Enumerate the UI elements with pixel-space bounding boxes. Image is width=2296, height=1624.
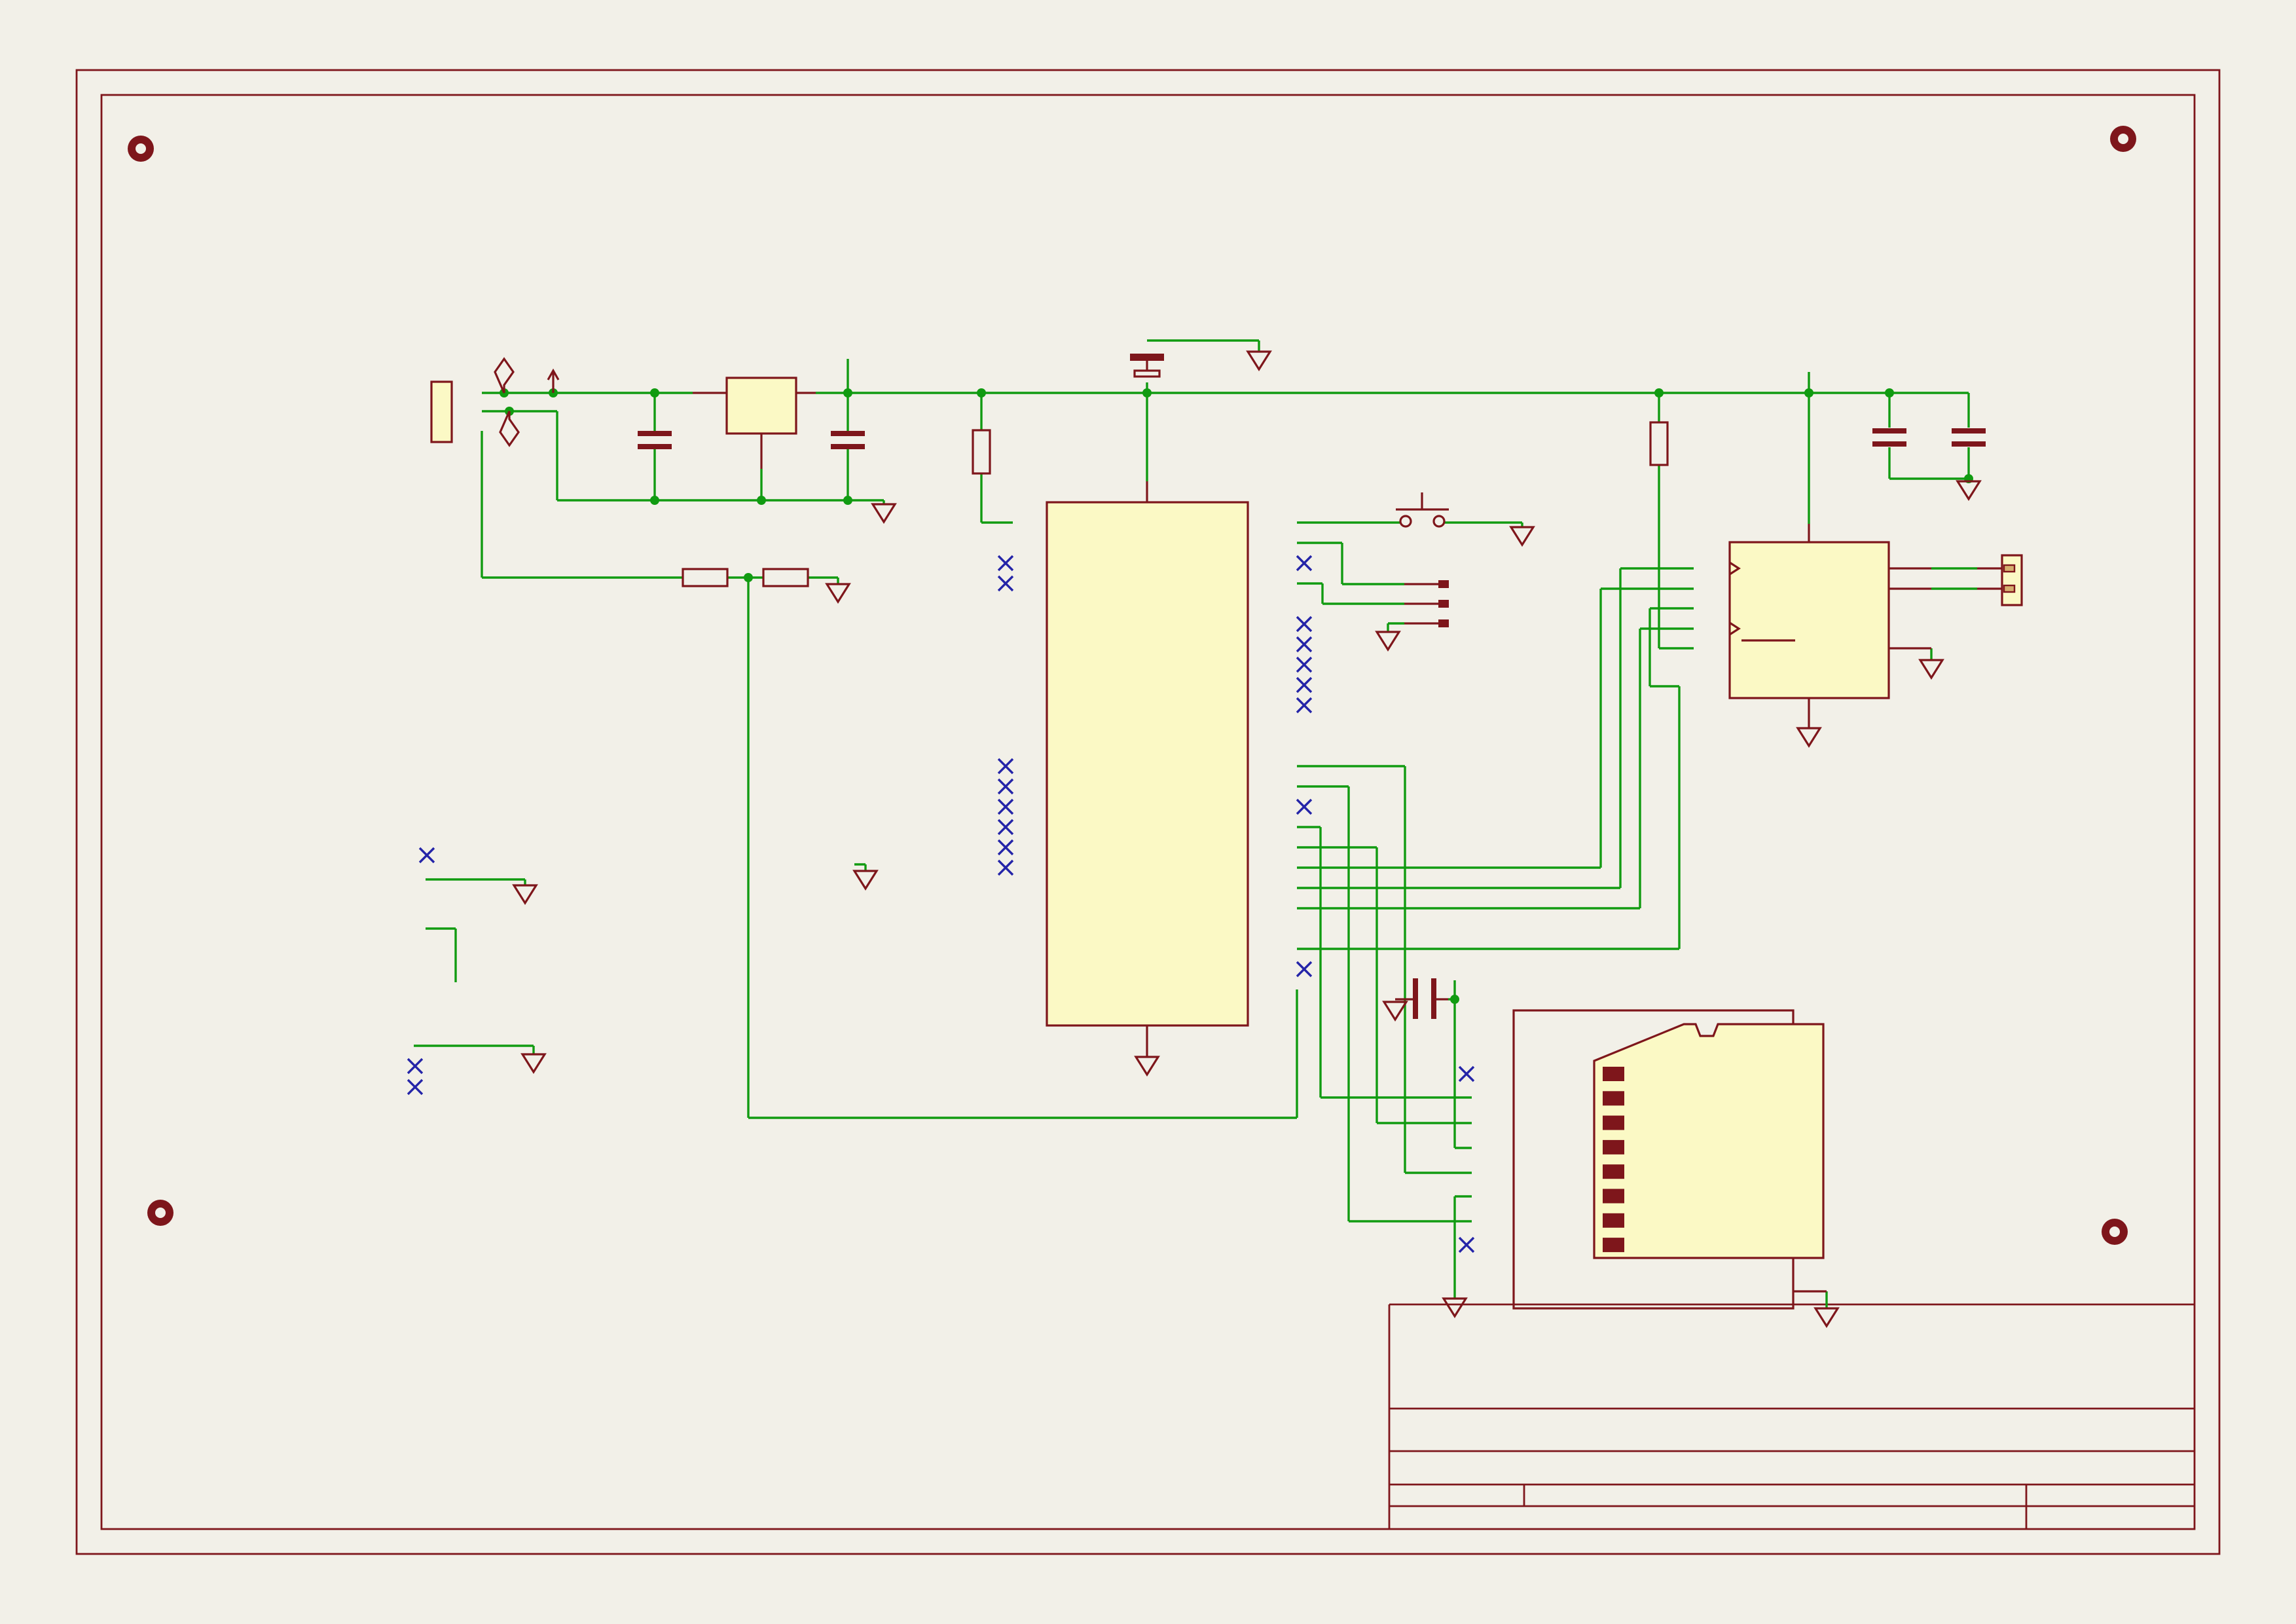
no-connect-icon — [998, 860, 1013, 875]
resistor-body — [683, 569, 727, 586]
no-connect-icon — [1297, 698, 1311, 712]
switch-contact — [1400, 516, 1411, 526]
junction-dot — [757, 496, 766, 505]
cap-plate — [1952, 428, 1986, 434]
gnd-arrow-icon — [1958, 481, 1980, 499]
no-connect-icon — [998, 759, 1013, 773]
no-connect-icon — [998, 576, 1013, 591]
junction-dot — [650, 496, 659, 505]
no-connect-icon — [1459, 1238, 1474, 1252]
resistor-body — [763, 569, 808, 586]
switch-actuator — [1396, 492, 1449, 509]
junction-dot — [843, 388, 852, 397]
pwr-flag-icon — [495, 359, 513, 393]
cap-plate — [638, 431, 672, 436]
u2-body — [1047, 502, 1248, 1025]
cap-plate — [1135, 371, 1159, 377]
connector-pad — [2004, 585, 2014, 592]
no-connect-icon — [1297, 617, 1311, 631]
gnd-arrow-icon — [873, 504, 895, 522]
resistor-body — [973, 430, 990, 473]
sd-card-pad — [1603, 1067, 1624, 1081]
u1-body — [727, 378, 796, 434]
junction-dot — [1654, 388, 1664, 397]
no-connect-icon — [420, 848, 434, 862]
sd-card-shape — [1594, 1024, 1823, 1258]
junction-dot — [650, 388, 659, 397]
mounting-hole-icon — [2109, 1227, 2120, 1237]
gnd-arrow-icon — [827, 584, 849, 602]
connector-pad — [1438, 619, 1449, 627]
schematic-canvas — [0, 0, 2296, 1624]
gnd-arrow-icon — [1384, 1002, 1406, 1020]
gnd-arrow-icon — [854, 871, 877, 889]
gnd-arrow-icon — [522, 1054, 545, 1072]
junction-dot — [744, 573, 753, 582]
no-connect-icon — [998, 556, 1013, 570]
resistor-body — [1650, 422, 1667, 465]
gnd-arrow-icon — [1136, 1057, 1158, 1075]
cap-plate — [831, 431, 865, 436]
gnd-arrow-icon — [1798, 728, 1820, 746]
gnd-arrow-icon — [1815, 1308, 1838, 1326]
gnd-arrow-icon — [1248, 352, 1270, 369]
gnd-arrow-icon — [1511, 527, 1533, 545]
junction-dot — [977, 388, 986, 397]
no-connect-icon — [1459, 1067, 1474, 1081]
cap-plate — [1431, 978, 1436, 1019]
junction-dot — [843, 496, 852, 505]
sd-card-pad — [1603, 1164, 1624, 1179]
j5-body — [2002, 555, 2022, 605]
sd-card-pad — [1603, 1238, 1624, 1252]
no-connect-icon — [998, 779, 1013, 794]
junction-dot — [1885, 388, 1894, 397]
connector-pad — [1438, 600, 1449, 608]
schematic-sheet — [0, 0, 2296, 1624]
no-connect-icon — [1297, 657, 1311, 672]
cap-plate — [1130, 354, 1164, 361]
switch-contact — [1434, 516, 1444, 526]
u3-body — [1730, 542, 1889, 698]
batt-arrow-icon — [548, 371, 558, 393]
cap-plate — [1413, 978, 1418, 1019]
no-connect-icon — [1297, 800, 1311, 814]
no-connect-icon — [998, 840, 1013, 855]
connector-pad — [2004, 565, 2014, 572]
no-connect-icon — [998, 820, 1013, 834]
gnd-arrow-icon — [1444, 1299, 1466, 1316]
mounting-hole-icon — [2118, 134, 2128, 144]
cap-plate — [1872, 441, 1906, 447]
cap-plate — [1952, 441, 1986, 447]
sd-card-pad — [1603, 1091, 1624, 1105]
j2-body — [431, 382, 452, 442]
sd-card-pad — [1603, 1189, 1624, 1204]
no-connect-icon — [998, 800, 1013, 814]
cap-plate — [831, 444, 865, 449]
no-connect-icon — [408, 1059, 422, 1073]
title-block — [1389, 1304, 2195, 1529]
junction-dot — [1450, 995, 1459, 1004]
symbols-layer — [128, 126, 2136, 1326]
no-connect-icon — [1297, 678, 1311, 692]
cap-plate — [638, 444, 672, 449]
mounting-hole-icon — [155, 1208, 166, 1218]
cap-plate — [1872, 428, 1906, 434]
no-connect-icon — [1297, 637, 1311, 652]
junction-dot — [1804, 388, 1813, 397]
no-connect-icon — [1297, 556, 1311, 570]
no-connect-icon — [1297, 962, 1311, 976]
pwr-flag-icon — [500, 411, 519, 445]
junction-dot — [1142, 388, 1152, 397]
mounting-hole-icon — [136, 143, 146, 154]
gnd-arrow-icon — [514, 885, 536, 903]
gnd-arrow-icon — [1377, 632, 1399, 650]
gnd-arrow-icon — [1920, 660, 1942, 678]
no-connect-icon — [408, 1080, 422, 1094]
sd-card-pad — [1603, 1140, 1624, 1154]
sd-card-pad — [1603, 1213, 1624, 1228]
connector-pad — [1438, 580, 1449, 588]
sd-card-pad — [1603, 1116, 1624, 1130]
